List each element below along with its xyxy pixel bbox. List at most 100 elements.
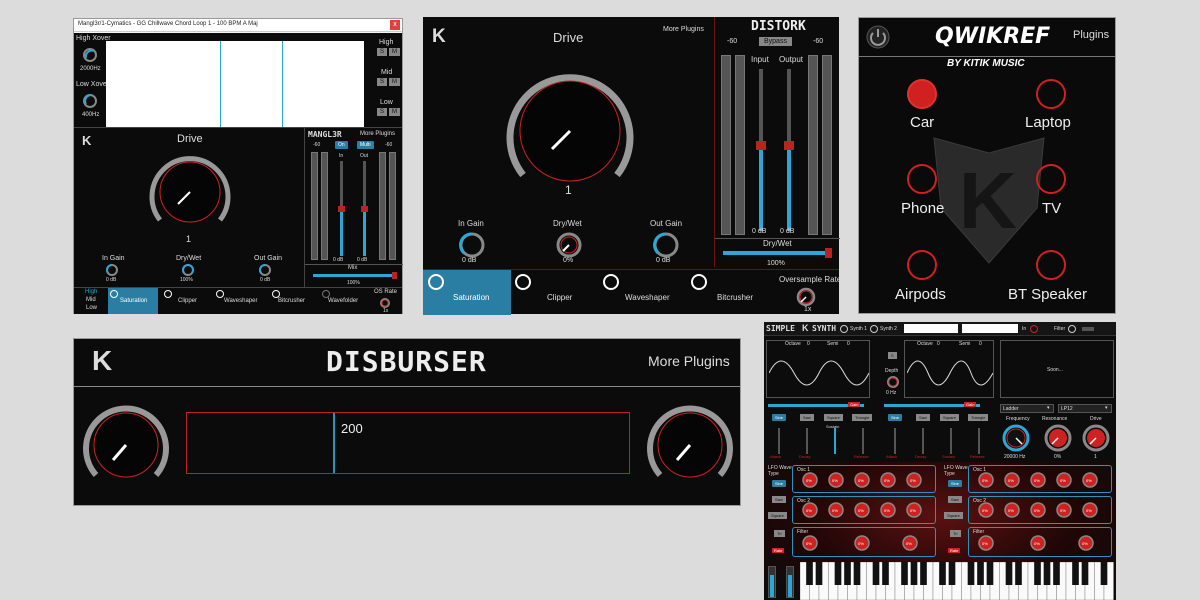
black-key[interactable] bbox=[1081, 562, 1089, 585]
black-key[interactable] bbox=[872, 562, 880, 585]
tab-waveshaper[interactable]: Waveshaper bbox=[603, 270, 693, 315]
dry-wet-knob[interactable] bbox=[181, 263, 195, 277]
low-mute-button[interactable]: M bbox=[389, 108, 400, 116]
more-plugins-link[interactable]: More Plugins bbox=[648, 353, 730, 369]
left-knob[interactable] bbox=[78, 397, 174, 485]
mod-knobs[interactable]: 0% 0% 0% 0% 0% 0% 0% 0% 0% 0% 0% 0% 0% 0% 0% 0% 0% 0% 0% 0%… bbox=[764, 322, 1116, 562]
band-select-low[interactable]: Low bbox=[86, 305, 97, 311]
out-gain-knob[interactable] bbox=[258, 263, 272, 277]
tab-saturation[interactable]: Saturation bbox=[423, 270, 511, 315]
mod-knob[interactable]: 0% bbox=[802, 472, 818, 488]
black-key[interactable] bbox=[1053, 562, 1060, 585]
low-solo-button[interactable]: S bbox=[377, 108, 388, 116]
in-gain-knob[interactable] bbox=[105, 263, 119, 277]
black-key[interactable] bbox=[920, 562, 927, 585]
tab-waveshaper[interactable]: Waveshaper bbox=[214, 288, 268, 314]
mod-knob[interactable]: 0% bbox=[854, 472, 870, 488]
black-key[interactable] bbox=[815, 562, 823, 585]
black-key[interactable] bbox=[986, 562, 994, 585]
mod-knob[interactable]: 0% bbox=[880, 502, 896, 518]
mod-knob[interactable]: 0% bbox=[978, 472, 994, 488]
mod-knob[interactable]: 0% bbox=[1078, 535, 1094, 551]
mod-knob[interactable]: 0% bbox=[1082, 472, 1098, 488]
ref-button-laptop[interactable] bbox=[1036, 79, 1066, 109]
bypass-button[interactable]: Bypass bbox=[759, 37, 792, 46]
high-solo-button[interactable]: S bbox=[377, 48, 388, 56]
mod-knob[interactable]: 0% bbox=[902, 535, 918, 551]
mod-knob[interactable]: 0% bbox=[978, 535, 994, 551]
more-plugins-link[interactable]: More Plugins bbox=[663, 26, 704, 33]
mod-knob[interactable]: 0% bbox=[906, 472, 922, 488]
in-gain-knob[interactable] bbox=[457, 230, 487, 260]
tab-saturation[interactable]: Saturation bbox=[108, 288, 158, 314]
tab-clipper[interactable]: Clipper bbox=[515, 270, 603, 315]
drive-knob[interactable] bbox=[142, 146, 238, 230]
black-key[interactable] bbox=[882, 562, 889, 585]
mod-knob[interactable]: 0% bbox=[906, 502, 922, 518]
ref-button-airpods[interactable] bbox=[907, 250, 937, 280]
mix-slider[interactable] bbox=[313, 272, 397, 279]
ref-button-bt-speaker[interactable] bbox=[1036, 250, 1066, 280]
black-key[interactable] bbox=[834, 562, 842, 585]
black-key[interactable] bbox=[844, 562, 851, 585]
black-key[interactable] bbox=[1015, 562, 1022, 585]
dry-wet-knob[interactable] bbox=[554, 230, 584, 260]
multi-toggle[interactable]: Multi bbox=[357, 141, 374, 149]
mod-knob[interactable]: 0% bbox=[1030, 472, 1046, 488]
mod-knob[interactable]: 0% bbox=[854, 535, 870, 551]
mod-knob[interactable]: 0% bbox=[802, 502, 818, 518]
mod-knob[interactable]: 0% bbox=[1004, 502, 1020, 518]
mod-knob[interactable]: 0% bbox=[802, 535, 818, 551]
ref-button-phone[interactable] bbox=[907, 164, 937, 194]
band-select-high[interactable]: High bbox=[85, 289, 97, 295]
black-key[interactable] bbox=[967, 562, 975, 585]
input-fader[interactable] bbox=[756, 69, 766, 231]
mod-wheel-2[interactable] bbox=[786, 566, 794, 598]
out-gain-knob[interactable] bbox=[651, 230, 681, 260]
piano-keyboard[interactable] bbox=[800, 562, 1116, 600]
close-button[interactable]: x bbox=[390, 20, 400, 30]
mod-knob[interactable]: 0% bbox=[880, 472, 896, 488]
tab-bitcrusher[interactable]: Bitcrusher bbox=[691, 270, 781, 315]
mod-knob[interactable]: 0% bbox=[828, 472, 844, 488]
mod-knob[interactable]: 0% bbox=[1004, 472, 1020, 488]
mod-knob[interactable]: 0% bbox=[978, 502, 994, 518]
high-mute-button[interactable]: M bbox=[389, 48, 400, 56]
black-key[interactable] bbox=[977, 562, 984, 585]
mod-knob[interactable]: 0% bbox=[1056, 472, 1072, 488]
drive-knob[interactable] bbox=[497, 59, 643, 189]
tab-clipper[interactable]: Clipper bbox=[162, 288, 212, 314]
drywet-slider[interactable] bbox=[723, 248, 832, 258]
mod-knob[interactable]: 0% bbox=[1030, 502, 1046, 518]
oversample-knob[interactable] bbox=[795, 286, 817, 308]
ref-button-tv[interactable] bbox=[1036, 164, 1066, 194]
mod-knob[interactable]: 0% bbox=[828, 502, 844, 518]
out-fader[interactable] bbox=[361, 161, 368, 256]
ref-button-car[interactable] bbox=[907, 79, 937, 109]
mid-mute-button[interactable]: M bbox=[389, 78, 400, 86]
low-xover-knob[interactable] bbox=[82, 93, 98, 109]
black-key[interactable] bbox=[853, 562, 861, 585]
band-select-mid[interactable]: Mid bbox=[86, 297, 96, 303]
black-key[interactable] bbox=[948, 562, 956, 585]
value-display[interactable]: 200 bbox=[186, 412, 630, 474]
mod-knob[interactable]: 0% bbox=[854, 502, 870, 518]
black-key[interactable] bbox=[901, 562, 908, 585]
black-key[interactable] bbox=[1043, 562, 1051, 585]
black-key[interactable] bbox=[806, 562, 813, 585]
mod-knob[interactable]: 0% bbox=[1056, 502, 1072, 518]
black-key[interactable] bbox=[1072, 562, 1079, 585]
mod-wheel-1[interactable] bbox=[768, 566, 776, 598]
black-key[interactable] bbox=[910, 562, 918, 585]
black-key[interactable] bbox=[1005, 562, 1013, 585]
on-toggle[interactable]: On bbox=[335, 141, 348, 149]
tab-bitcrusher[interactable]: Bitcrusher bbox=[270, 288, 320, 314]
high-xover-knob[interactable] bbox=[82, 47, 98, 63]
output-fader[interactable] bbox=[784, 69, 794, 231]
power-icon[interactable] bbox=[865, 24, 891, 50]
in-fader[interactable] bbox=[338, 161, 345, 256]
right-knob[interactable] bbox=[642, 397, 738, 485]
black-key[interactable] bbox=[939, 562, 946, 585]
spectrum-display[interactable] bbox=[106, 41, 364, 131]
black-key[interactable] bbox=[1100, 562, 1108, 585]
